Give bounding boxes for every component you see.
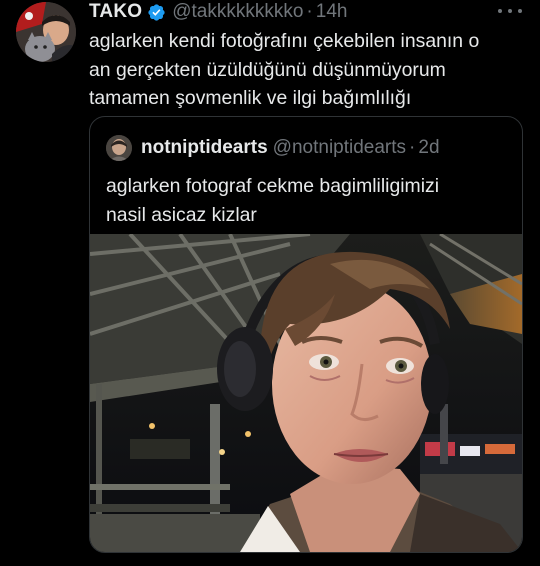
tweet-text-line: an gerçekten üzüldüğünü düşünmüyorum <box>89 58 446 81</box>
quoted-tweet-header: notniptidearts @notniptidearts · 2d <box>106 135 440 161</box>
quoted-tweet-card[interactable]: notniptidearts @notniptidearts · 2d agla… <box>89 116 523 553</box>
quoted-author-avatar <box>106 135 132 161</box>
more-options-icon[interactable] <box>498 3 522 19</box>
quoted-tweet-text: aglarken fotograf cekme bagimliligimizi … <box>106 172 506 229</box>
quoted-author-handle: @notniptidearts <box>272 137 407 158</box>
author-avatar[interactable] <box>16 2 76 62</box>
tweet: TAKO @takkkkkkkkko · 14h aglarken kendi … <box>0 0 540 566</box>
quoted-text-line: aglarken fotograf cekme bagimliligimizi <box>106 175 440 197</box>
tweet-header: TAKO @takkkkkkkkko · 14h <box>89 0 347 24</box>
tweet-timestamp[interactable]: 14h <box>316 1 348 23</box>
header-separator: · <box>306 1 313 22</box>
quoted-tweet-timestamp: 2d <box>418 137 440 158</box>
quoted-author-name: notniptidearts <box>141 137 268 158</box>
tweet-text-line: aglarken kendi fotoğrafını çekebilen ins… <box>89 30 480 52</box>
tweet-text-line: tamamen şovmenlik ve ilgi bağımlılığı <box>89 87 412 109</box>
quoted-text-line: nasil asicaz kizlar <box>106 203 257 226</box>
quoted-tweet-photo[interactable] <box>90 234 522 552</box>
tweet-text: aglarken kendi fotoğrafını çekebilen ins… <box>89 27 519 113</box>
quoted-header-separator: · <box>409 137 416 158</box>
verified-badge-icon <box>147 3 166 22</box>
author-handle[interactable]: @takkkkkkkkko <box>172 1 303 23</box>
author-avatar-image <box>16 2 76 62</box>
selfie-photo-image <box>90 234 522 552</box>
author-name[interactable]: TAKO <box>89 1 142 23</box>
